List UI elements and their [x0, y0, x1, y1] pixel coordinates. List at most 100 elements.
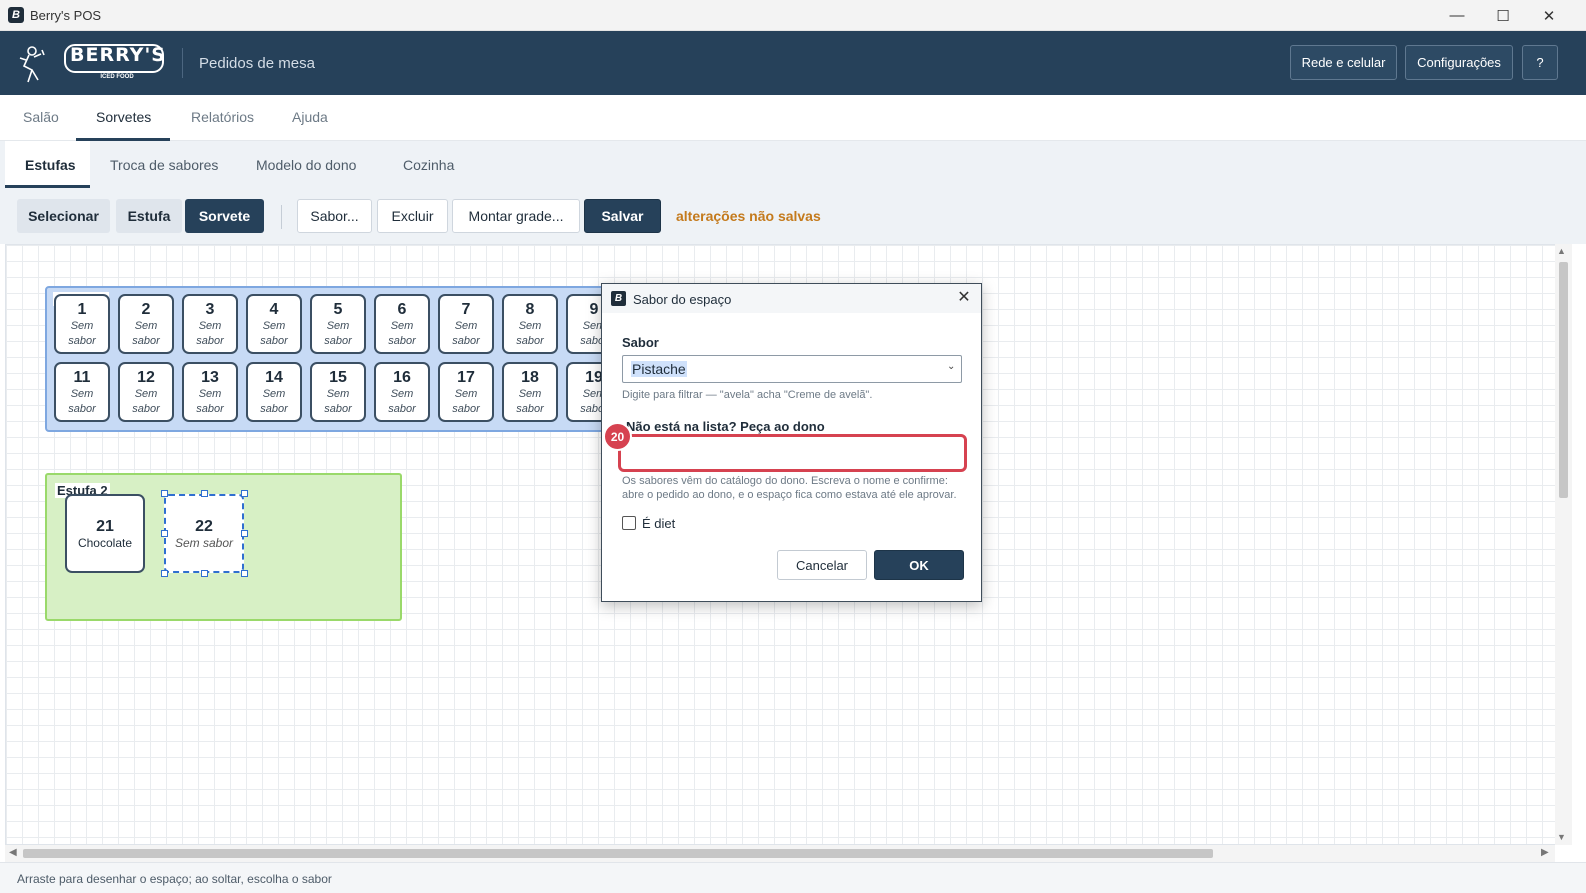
close-icon[interactable]: ✕	[954, 288, 974, 308]
vertical-scrollbar[interactable]: ▲ ▼	[1555, 244, 1572, 845]
subtab-estufas[interactable]: Estufas	[25, 157, 76, 173]
slot-17[interactable]: 17 Sem sabor	[438, 362, 494, 422]
slot-flavor: sabor	[324, 403, 352, 415]
horizontal-scroll-thumb[interactable]	[23, 849, 1213, 858]
subtab-cozinha[interactable]: Cozinha	[403, 157, 454, 173]
ask-owner-hint-1: Os sabores vêm do catálogo do dono. Escr…	[622, 475, 948, 487]
slot-13[interactable]: 13 Sem sabor	[182, 362, 238, 422]
slot-flavor: Sem	[70, 320, 94, 332]
close-window-icon[interactable]: ✕	[1526, 0, 1572, 31]
slot-2[interactable]: 2 Sem sabor	[118, 294, 174, 354]
resize-handle[interactable]	[201, 490, 208, 497]
slot-9[interactable]: 9Semsabor	[566, 294, 603, 354]
slot-5[interactable]: 5 Sem sabor	[310, 294, 366, 354]
slot-flavor: sabor	[516, 403, 544, 415]
logo-tagline: ICED FOOD	[100, 74, 134, 80]
resize-handle[interactable]	[241, 530, 248, 537]
mode-select-button[interactable]: Selecionar	[17, 199, 110, 233]
vertical-scroll-thumb[interactable]	[1559, 262, 1568, 498]
slot-number: 6	[397, 301, 407, 318]
resize-handle[interactable]	[241, 570, 248, 577]
slot-flavor: Sem	[518, 320, 542, 332]
slot-number: 5	[333, 301, 343, 318]
mode-sorvete-button[interactable]: Sorvete	[185, 199, 264, 233]
slot-flavor: sabor	[196, 335, 224, 347]
grid-button[interactable]: Montar grade...	[452, 199, 580, 233]
flavor-dialog: B Sabor do espaço ✕ Sabor Pistache ⌄ Dig…	[601, 283, 982, 602]
slot-number: 4	[269, 301, 279, 318]
resize-handle[interactable]	[241, 490, 248, 497]
save-button[interactable]: Salvar	[584, 199, 661, 233]
status-bar: Arraste para desenhar o espaço; ao solta…	[0, 862, 1586, 893]
main-tabs: Salão Sorvetes Relatórios Ajuda	[0, 95, 1586, 141]
maximize-icon[interactable]: ☐	[1480, 0, 1526, 31]
network-button[interactable]: Rede e celular	[1290, 45, 1397, 80]
tab-ajuda[interactable]: Ajuda	[292, 109, 328, 125]
slot-number: 11	[73, 369, 91, 386]
editor-toolbar: Selecionar Estufa Sorvete Sabor... Exclu…	[0, 188, 1586, 244]
help-button[interactable]: ?	[1522, 45, 1558, 80]
status-text: Arraste para desenhar o espaço; ao solta…	[17, 872, 332, 886]
horizontal-scrollbar[interactable]: ◀ ▶	[5, 845, 1555, 862]
slot-flavor: Sem	[390, 388, 414, 400]
delete-button[interactable]: Excluir	[377, 199, 448, 233]
resize-handle[interactable]	[201, 570, 208, 577]
diet-checkbox[interactable]	[622, 516, 636, 530]
scroll-down-icon[interactable]: ▼	[1557, 832, 1566, 842]
diet-label: É diet	[642, 516, 676, 531]
tab-sorvetes[interactable]: Sorvetes	[96, 109, 151, 125]
slot-3[interactable]: 3 Sem sabor	[182, 294, 238, 354]
tab-relatorios[interactable]: Relatórios	[191, 109, 254, 125]
slot-4[interactable]: 4 Sem sabor	[246, 294, 302, 354]
unsaved-indicator: alterações não salvas	[676, 208, 821, 224]
filter-hint: Digite para filtrar — "avela" acha "Crem…	[622, 389, 873, 401]
resize-handle[interactable]	[161, 490, 168, 497]
slot-11[interactable]: 11 Sem sabor	[54, 362, 110, 422]
settings-button[interactable]: Configurações	[1405, 45, 1513, 80]
dialog-titlebar: B Sabor do espaço ✕	[602, 284, 981, 313]
cancel-button[interactable]: Cancelar	[777, 550, 867, 580]
slot-16[interactable]: 16 Sem sabor	[374, 362, 430, 422]
slot-number: 15	[329, 369, 347, 386]
estufa-2[interactable]: Estufa 2 21 Chocolate 22 Sem sabor	[45, 473, 402, 621]
scroll-right-icon[interactable]: ▶	[1541, 847, 1549, 858]
subtab-modelo-do-dono[interactable]: Modelo do dono	[256, 157, 356, 173]
app-icon: B	[8, 7, 24, 23]
slot-flavor: sabor	[388, 335, 416, 347]
logo-wordmark: BERRY'S	[70, 44, 166, 66]
slot-22[interactable]: 22 Sem sabor	[164, 494, 244, 573]
scroll-up-icon[interactable]: ▲	[1557, 246, 1566, 256]
slot-6[interactable]: 6 Sem sabor	[374, 294, 430, 354]
slot-flavor: sabor	[516, 335, 544, 347]
slot-19[interactable]: 19Semsabor	[566, 362, 603, 422]
slot-7[interactable]: 7 Sem sabor	[438, 294, 494, 354]
dialog-title: Sabor do espaço	[633, 292, 732, 307]
slot-8[interactable]: 8 Sem sabor	[502, 294, 558, 354]
minimize-icon[interactable]: —	[1434, 0, 1480, 31]
slot-18[interactable]: 18 Sem sabor	[502, 362, 558, 422]
ok-button[interactable]: OK	[874, 550, 964, 580]
ask-owner-input[interactable]	[618, 434, 967, 472]
slot-number: 9	[589, 301, 599, 318]
slot-12[interactable]: 12 Sem sabor	[118, 362, 174, 422]
slot-15[interactable]: 15 Sem sabor	[310, 362, 366, 422]
slot-number: 21	[96, 518, 114, 535]
slot-flavor: sabor	[196, 403, 224, 415]
mode-estufa-button[interactable]: Estufa	[116, 199, 182, 233]
slot-21[interactable]: 21 Chocolate	[65, 494, 145, 573]
resize-handle[interactable]	[161, 570, 168, 577]
slot-number: 3	[205, 301, 215, 318]
tab-salao[interactable]: Salão	[23, 109, 59, 125]
subtab-troca-de-sabores[interactable]: Troca de sabores	[110, 157, 218, 173]
estufa-1[interactable]: 1 Sem sabor 2 Sem sabor 3 Sem sabor 4 Sem sabor 5 Sem…	[45, 286, 605, 432]
slot-flavor: Sem	[326, 388, 350, 400]
resize-handle[interactable]	[161, 530, 168, 537]
header-divider	[182, 48, 183, 78]
slot-1[interactable]: 1 Sem sabor	[54, 294, 110, 354]
flavor-button[interactable]: Sabor...	[297, 199, 372, 233]
slot-number: 22	[195, 518, 213, 535]
scroll-left-icon[interactable]: ◀	[9, 847, 17, 858]
slot-flavor: Sem	[198, 320, 222, 332]
slot-14[interactable]: 14 Sem sabor	[246, 362, 302, 422]
flavor-select[interactable]: Pistache ⌄	[622, 355, 962, 383]
